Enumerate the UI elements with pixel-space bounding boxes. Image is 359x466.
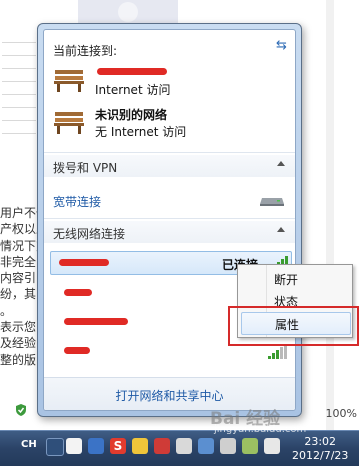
annotation-highlight bbox=[228, 306, 359, 346]
refresh-arrows-icon[interactable]: ⇆ bbox=[276, 39, 290, 53]
keyboard-icon[interactable] bbox=[66, 438, 82, 454]
app-icon[interactable] bbox=[88, 438, 104, 454]
redacted-network-name bbox=[64, 318, 128, 325]
connection-name: 未识别的网络 bbox=[95, 108, 168, 122]
network-flyout: 当前连接到: ⇆ Internet 访问 未识别的网络 无 Internet 访… bbox=[37, 23, 302, 417]
connection-item[interactable]: Internet 访问 bbox=[53, 64, 289, 104]
flag-icon[interactable] bbox=[176, 438, 192, 454]
background-article-text: 用户不信 产权以上 情况下对 非完全 内容引 纷，其 。 表示您 及经验 整的版 bbox=[0, 206, 40, 367]
shield-icon[interactable] bbox=[14, 403, 28, 417]
modem-icon bbox=[260, 198, 284, 206]
broadband-connection[interactable]: 宽带连接 bbox=[53, 193, 101, 210]
divider bbox=[44, 218, 295, 219]
group-title: 拨号和 VPN bbox=[53, 161, 118, 175]
redacted-network-name bbox=[64, 289, 92, 296]
zoom-level: 100% bbox=[325, 407, 357, 420]
connection-status: 无 Internet 访问 bbox=[95, 125, 187, 139]
qq-icon[interactable] bbox=[132, 438, 148, 454]
scrollbar[interactable] bbox=[326, 0, 334, 430]
chevron-up-icon[interactable] bbox=[277, 161, 285, 166]
volume-icon[interactable] bbox=[220, 438, 236, 454]
watermark-url: jingyan.baidu.com bbox=[214, 424, 307, 435]
menu-item-disconnect[interactable]: 断开 bbox=[241, 268, 349, 289]
connection-item[interactable]: 未识别的网络 无 Internet 访问 bbox=[53, 106, 289, 146]
input-method-indicator[interactable]: CH bbox=[21, 439, 37, 450]
clock-time: 23:02 bbox=[304, 435, 337, 448]
language-bar-icon[interactable] bbox=[46, 438, 64, 456]
group-header-wireless[interactable]: 无线网络连接 bbox=[44, 221, 295, 243]
network-bench-icon bbox=[54, 70, 84, 92]
redacted-network-name bbox=[59, 259, 109, 266]
security-icon[interactable] bbox=[154, 438, 170, 454]
tray-icon[interactable] bbox=[264, 438, 280, 454]
flyout-panel: 当前连接到: ⇆ Internet 访问 未识别的网络 无 Internet 访… bbox=[43, 29, 296, 411]
background-lines bbox=[0, 34, 36, 146]
redacted-network-name bbox=[64, 347, 90, 354]
clock-date: 2012/7/23 bbox=[292, 449, 349, 462]
open-network-sharing-center-link[interactable]: 打开网络和共享中心 bbox=[44, 387, 295, 404]
background-scroll-area bbox=[302, 0, 359, 430]
group-title: 无线网络连接 bbox=[53, 227, 126, 241]
taskbar: CH S 23:02 2012/7/23 bbox=[0, 430, 359, 466]
sogou-icon[interactable]: S bbox=[110, 438, 126, 454]
network-bench-icon bbox=[54, 112, 84, 134]
group-header-dialup-vpn[interactable]: 拨号和 VPN bbox=[44, 155, 295, 177]
system-clock[interactable]: 23:02 2012/7/23 bbox=[292, 435, 348, 463]
chevron-up-icon[interactable] bbox=[277, 227, 285, 232]
connection-status: Internet 访问 bbox=[95, 83, 171, 97]
network-icon[interactable] bbox=[198, 438, 214, 454]
current-connection-title: 当前连接到: bbox=[53, 44, 118, 58]
divider bbox=[44, 152, 295, 153]
redacted-network-name bbox=[97, 68, 167, 75]
battery-icon[interactable] bbox=[242, 438, 258, 454]
